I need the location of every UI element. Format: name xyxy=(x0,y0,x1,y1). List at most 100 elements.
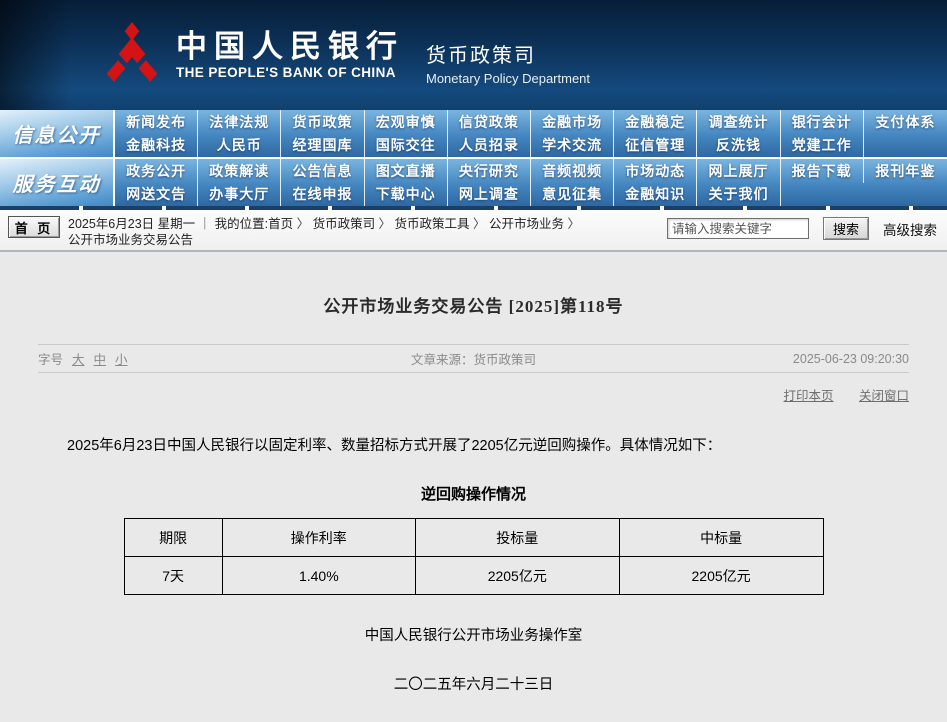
nav-item[interactable]: 公告信息 xyxy=(281,159,364,183)
nav-menu-info: 新闻发布法律法规货币政策宏观审慎信贷政策金融市场金融稳定调查统计银行会计支付体系… xyxy=(115,110,947,157)
source-label: 文章来源： xyxy=(411,353,474,367)
table-header-cell: 投标量 xyxy=(415,519,619,557)
bank-name-cn: 中国人民银行 xyxy=(176,30,404,64)
nav-item[interactable]: 新闻发布 xyxy=(115,110,198,134)
breadcrumb-date: 2025年6月23日 星期一 xyxy=(68,217,195,231)
nav-item[interactable]: 办事大厅 xyxy=(198,183,281,207)
nav-item[interactable]: 金融稳定 xyxy=(614,110,697,134)
breadcrumb-crumb[interactable]: 公开市场业务交易公告 xyxy=(68,233,193,247)
nav-item[interactable]: 市场动态 xyxy=(614,159,697,183)
nav-item[interactable]: 法律法规 xyxy=(198,110,281,134)
nav-item[interactable]: 关于我们 xyxy=(697,183,780,207)
bank-name-en: THE PEOPLE'S BANK OF CHINA xyxy=(176,65,404,80)
nav-item[interactable]: 在线申报 xyxy=(281,183,364,207)
nav-menu-service: 政务公开政策解读公告信息图文直播央行研究音频视频市场动态网上展厅报告下载报刊年鉴… xyxy=(115,159,947,206)
advanced-search-link[interactable]: 高级搜索 xyxy=(883,219,937,239)
article-source: 文章来源：货币政策司 xyxy=(310,349,637,368)
logo-group: 中国人民银行 THE PEOPLE'S BANK OF CHINA xyxy=(104,22,404,88)
nav-item[interactable]: 图文直播 xyxy=(365,159,448,183)
fontsize-large-link[interactable]: 大 xyxy=(72,349,85,368)
nav-item[interactable]: 货币政策 xyxy=(281,110,364,134)
search-group: 搜索 高级搜索 xyxy=(667,216,937,240)
table-caption: 逆回购操作情况 xyxy=(38,483,909,504)
page: 中国人民银行 THE PEOPLE'S BANK OF CHINA 货币政策司 … xyxy=(0,0,947,722)
print-page-link[interactable]: 打印本页 xyxy=(783,389,833,403)
table-header-cell: 期限 xyxy=(124,519,222,557)
nav-item[interactable]: 支付体系 xyxy=(864,110,947,134)
breadcrumb-location-home[interactable]: 我的位置:首页 xyxy=(215,217,293,231)
nav-item[interactable]: 党建工作 xyxy=(781,134,864,158)
table-cell: 2205亿元 xyxy=(619,557,823,595)
nav-item[interactable]: 反洗钱 xyxy=(697,134,780,158)
nav-item[interactable]: 经理国库 xyxy=(281,134,364,158)
breadcrumb: 2025年6月23日 星期一 ｜ 我的位置:首页 〉 货币政策司 〉 货币政策工… xyxy=(68,216,580,248)
nav-item[interactable]: 银行会计 xyxy=(781,110,864,134)
department-title-cn: 货币政策司 xyxy=(426,39,590,68)
nav-item[interactable]: 下载中心 xyxy=(365,183,448,207)
nav-item[interactable]: 报告下载 xyxy=(781,159,864,183)
home-button[interactable]: 首 页 xyxy=(8,216,60,238)
article-title: 公开市场业务交易公告 [2025]第118号 xyxy=(38,252,909,317)
nav-item[interactable]: 政务公开 xyxy=(115,159,198,183)
close-window-link[interactable]: 关闭窗口 xyxy=(859,389,909,403)
article-content: 公开市场业务交易公告 [2025]第118号 字号 大 中 小 文章来源：货币政… xyxy=(0,252,947,722)
department-title-en: Monetary Policy Department xyxy=(426,71,590,86)
nav-item[interactable]: 信贷政策 xyxy=(448,110,531,134)
nav-item[interactable]: 网上展厅 xyxy=(697,159,780,183)
nav-row: 金融科技人民币经理国库国际交往人员招录学术交流征信管理反洗钱党建工作 xyxy=(115,134,947,158)
nav-item[interactable]: 金融科技 xyxy=(115,134,198,158)
signoff-date: 二〇二五年六月二十三日 xyxy=(38,673,909,694)
nav-item[interactable]: 网送文告 xyxy=(115,183,198,207)
breadcrumb-separator: 〉 xyxy=(293,217,312,231)
nav-item[interactable]: 网上调查 xyxy=(448,183,531,207)
nav-item[interactable]: 征信管理 xyxy=(614,134,697,158)
nav-label-info[interactable]: 信息公开 xyxy=(0,110,115,157)
nav-label-service[interactable]: 服务互动 xyxy=(0,159,115,206)
nav-item[interactable]: 国际交往 xyxy=(365,134,448,158)
breadcrumb-separator: 〉 xyxy=(375,217,394,231)
breadcrumb-crumb[interactable]: 货币政策工具 xyxy=(395,217,470,231)
search-button[interactable]: 搜索 xyxy=(823,217,869,240)
nav-item[interactable]: 人员招录 xyxy=(448,134,531,158)
nav-section-service: 服务互动 政务公开政策解读公告信息图文直播央行研究音频视频市场动态网上展厅报告下… xyxy=(0,159,947,206)
site-header: 中国人民银行 THE PEOPLE'S BANK OF CHINA 货币政策司 … xyxy=(0,0,947,110)
search-input[interactable] xyxy=(667,218,809,239)
nav-row: 网送文告办事大厅在线申报下载中心网上调查意见征集金融知识关于我们 xyxy=(115,183,947,207)
nav-item-empty xyxy=(781,183,864,207)
nav-section-info: 信息公开 新闻发布法律法规货币政策宏观审慎信贷政策金融市场金融稳定调查统计银行会… xyxy=(0,110,947,157)
nav-item[interactable]: 意见征集 xyxy=(531,183,614,207)
signoff-office: 中国人民银行公开市场业务操作室 xyxy=(38,624,909,645)
nav-item-empty xyxy=(864,183,947,207)
table-header-cell: 中标量 xyxy=(619,519,823,557)
article-meta: 字号 大 中 小 文章来源：货币政策司 2025-06-23 09:20:30 xyxy=(38,344,909,373)
nav-row: 政务公开政策解读公告信息图文直播央行研究音频视频市场动态网上展厅报告下载报刊年鉴 xyxy=(115,159,947,183)
nav-item[interactable]: 人民币 xyxy=(198,134,281,158)
main-nav: 信息公开 新闻发布法律法规货币政策宏观审慎信贷政策金融市场金融稳定调查统计银行会… xyxy=(0,110,947,210)
nav-item[interactable]: 金融知识 xyxy=(614,183,697,207)
table-header-cell: 操作利率 xyxy=(222,519,415,557)
breadcrumb-separator: 〉 xyxy=(470,217,489,231)
article-body: 2025年6月23日中国人民银行以固定利率、数量招标方式开展了2205亿元逆回购… xyxy=(38,435,909,457)
breadcrumb-crumb[interactable]: 公开市场业务 xyxy=(489,217,564,231)
fontsize-medium-link[interactable]: 中 xyxy=(94,349,107,368)
nav-item[interactable]: 调查统计 xyxy=(697,110,780,134)
pboc-logo-icon xyxy=(104,22,160,88)
operations-table: 期限操作利率投标量中标量 7天1.40%2205亿元2205亿元 xyxy=(124,518,824,595)
bank-name: 中国人民银行 THE PEOPLE'S BANK OF CHINA xyxy=(176,30,404,80)
table-cell: 7天 xyxy=(124,557,222,595)
fontsize-small-link[interactable]: 小 xyxy=(115,349,128,368)
article-actions-top: 打印本页 关闭窗口 xyxy=(38,385,909,404)
department-title: 货币政策司 Monetary Policy Department xyxy=(426,25,590,86)
fontsize-controls: 字号 大 中 小 xyxy=(38,349,310,368)
table-cell: 1.40% xyxy=(222,557,415,595)
nav-item[interactable]: 音频视频 xyxy=(531,159,614,183)
nav-item[interactable]: 金融市场 xyxy=(531,110,614,134)
nav-item[interactable]: 宏观审慎 xyxy=(365,110,448,134)
nav-item[interactable]: 央行研究 xyxy=(448,159,531,183)
nav-item[interactable]: 报刊年鉴 xyxy=(864,159,947,183)
nav-item[interactable]: 政策解读 xyxy=(198,159,281,183)
fontsize-label: 字号 xyxy=(38,349,63,368)
breadcrumb-crumb[interactable]: 货币政策司 xyxy=(313,217,376,231)
nav-item[interactable]: 学术交流 xyxy=(531,134,614,158)
nav-row: 新闻发布法律法规货币政策宏观审慎信贷政策金融市场金融稳定调查统计银行会计支付体系 xyxy=(115,110,947,134)
